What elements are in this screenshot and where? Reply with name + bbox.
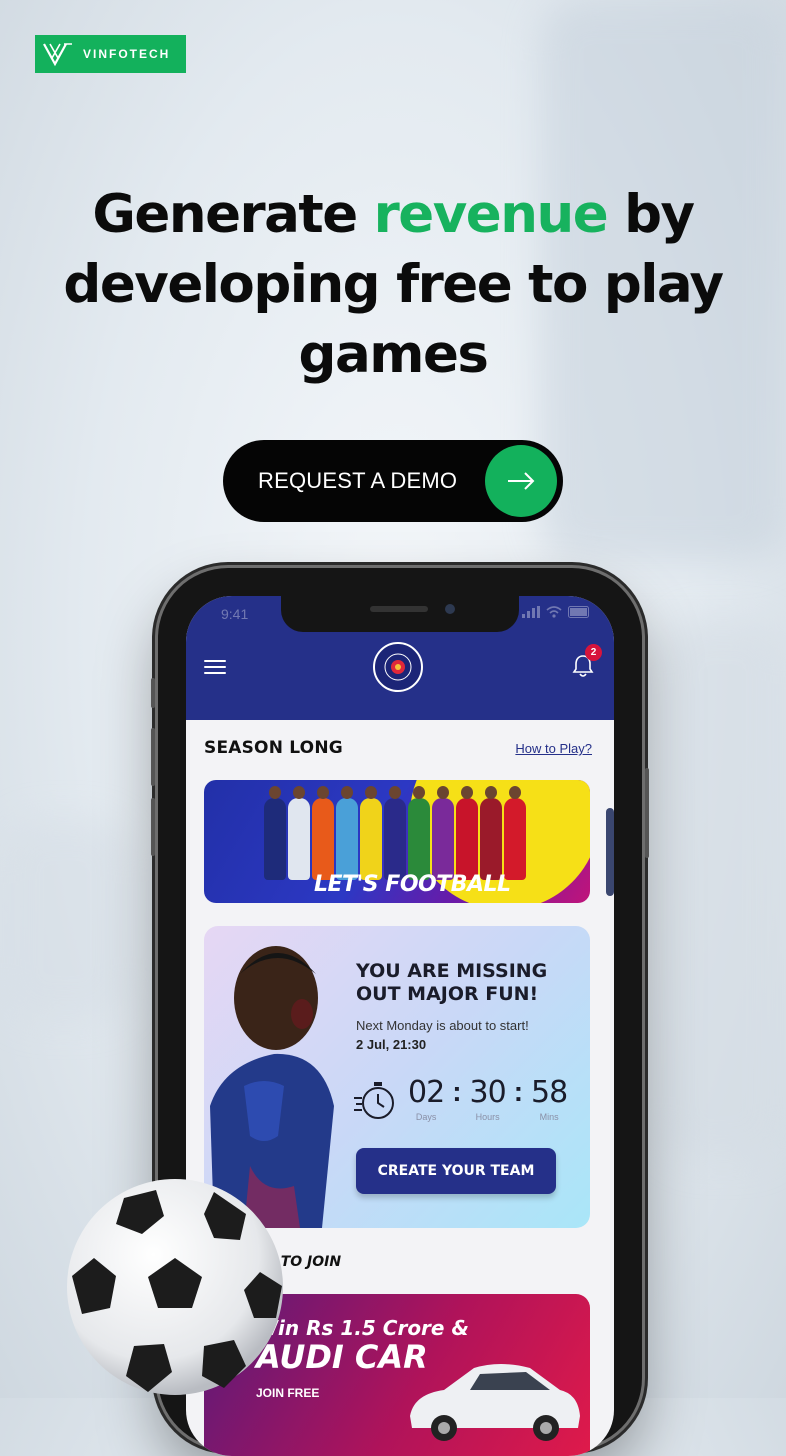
countdown-separator: : [513,1076,524,1107]
arrow-right-icon [485,445,557,517]
headline-accent: revenue [373,184,609,245]
phone-side-button [645,768,649,858]
lets-football-banner[interactable]: LET'S FOOTBALL [204,780,590,903]
notification-badge: 2 [585,644,602,661]
request-demo-button[interactable]: REQUEST A DEMO [223,440,563,522]
missing-out-title: YOU ARE MISSING OUT MAJOR FUN! [356,960,548,1005]
players-group [264,786,526,880]
next-match-text: Next Monday is about to start! [356,1018,529,1033]
stopwatch-icon [354,1082,394,1119]
league-prize-text: Win Rs 1.5 Crore & [256,1316,469,1340]
create-your-team-button[interactable]: CREATE YOUR TEAM [356,1148,556,1194]
background-shape [0,820,130,1020]
countdown-hours: 30 Hours [469,1075,507,1123]
brand-name: VINFOTECH [83,47,171,61]
carousel-scroll-indicator [606,808,614,896]
phone-side-button [151,728,155,786]
phone-side-button [151,678,155,708]
next-match-date: 2 Jul, 21:30 [356,1037,427,1052]
speaker [370,606,428,612]
league-emblem-icon [384,653,412,681]
background-shape [660,620,786,1160]
hamburger-icon[interactable] [204,656,226,678]
status-time: 9:41 [221,606,249,622]
battery-icon [568,606,589,618]
headline-part1: Generate [92,184,374,245]
season-long-title: SEASON LONG [204,738,343,758]
status-icons [522,606,592,618]
countdown-separator: : [452,1076,462,1107]
countdown-days: 02 Days [408,1075,445,1123]
camera [445,604,455,614]
vinfotech-mark-icon [43,43,72,67]
soccer-ball-icon [67,1179,283,1395]
app-header: 9:41 2 [186,596,614,720]
how-to-play-link[interactable]: How to Play? [515,741,592,756]
request-demo-label: REQUEST A DEMO [258,468,458,493]
phone-side-button [151,798,155,856]
signal-icon [522,606,540,618]
countdown-mins: 58 Mins [531,1075,568,1123]
wifi-icon [546,606,562,618]
league-logo[interactable] [373,642,423,692]
countdown-timer: 02 Days : 30 Hours : 58 Mins [408,1075,568,1123]
banner-text: LET'S FOOTBALL [314,872,511,897]
phone-notch [281,596,519,632]
vinfotech-logo[interactable]: VINFOTECH [35,35,186,73]
hero-headline: Generate revenue by developing free to p… [0,180,786,390]
car-illustration [410,1364,580,1441]
